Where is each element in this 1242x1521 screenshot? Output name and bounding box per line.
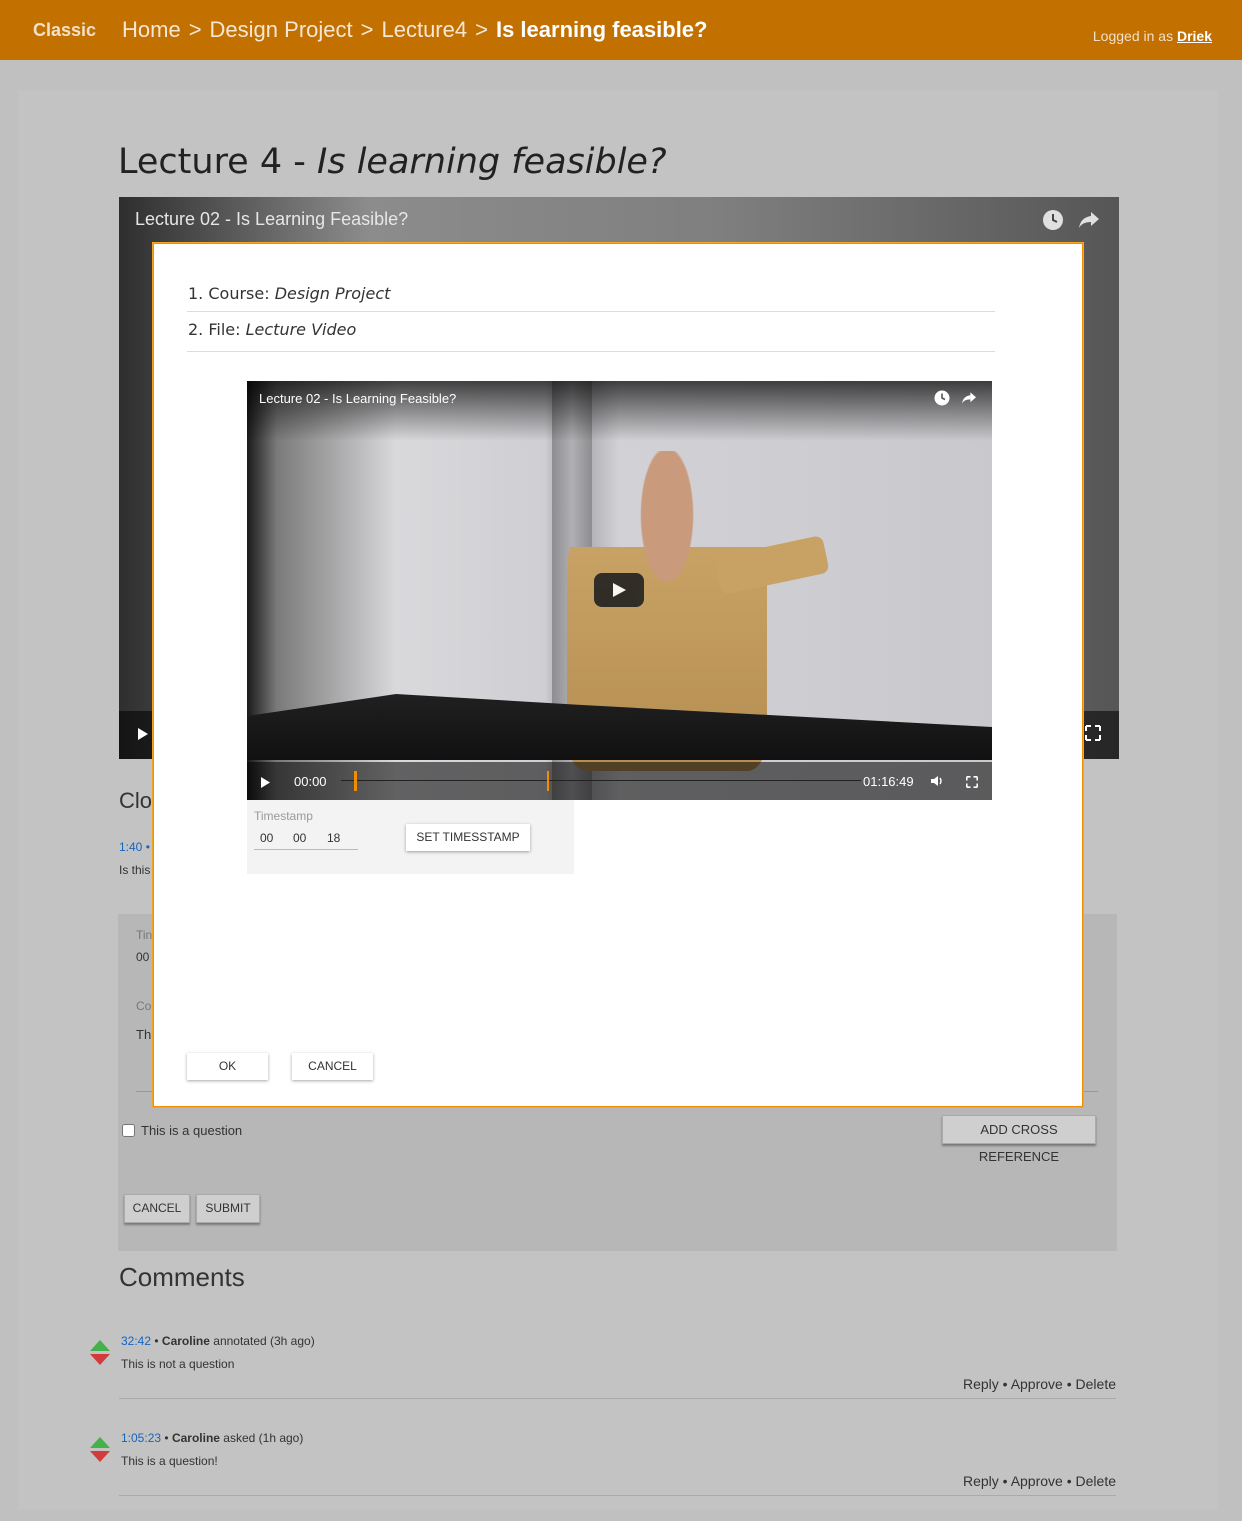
course-item: 1. Course: Design Project — [188, 284, 390, 303]
approve-link[interactable]: Approve — [1011, 1376, 1063, 1392]
downvote-icon[interactable] — [90, 1451, 110, 1462]
comments-heading: Comments — [119, 1262, 245, 1292]
modal-cancel-button[interactable]: CANCEL — [292, 1053, 373, 1080]
ok-button[interactable]: OK — [187, 1053, 268, 1080]
playhead-marker[interactable] — [354, 771, 357, 791]
add-cross-reference-button[interactable]: ADD CROSS REFERENCE — [942, 1115, 1096, 1164]
timestamp-label: Timestamp — [254, 809, 313, 823]
cancel-button[interactable]: CANCEL — [124, 1194, 190, 1223]
comment-actions: Reply • Approve • Delete — [962, 1473, 1116, 1489]
annotation-timestamp-partial[interactable]: 1:40 • — [119, 840, 150, 854]
breadcrumb-separator: > — [188, 17, 202, 42]
duration: 01:16:49 — [863, 774, 914, 789]
breadcrumb-separator: > — [360, 17, 374, 42]
page-title: Lecture 4 - Is learning feasible? — [118, 142, 667, 182]
brand-link[interactable]: Classic — [33, 20, 96, 41]
divider — [187, 351, 995, 352]
minutes-field[interactable]: 00 — [287, 831, 324, 850]
comment-author: Caroline — [171, 1431, 220, 1445]
comment-verb: asked (1h ago) — [223, 1431, 304, 1445]
downvote-icon[interactable] — [90, 1354, 110, 1365]
share-icon[interactable] — [961, 391, 977, 409]
share-icon[interactable] — [1078, 210, 1100, 235]
breadcrumb-separator: > — [475, 17, 488, 42]
comment-value-partial[interactable]: Th — [136, 1027, 151, 1042]
reply-link[interactable]: Reply — [963, 1473, 999, 1489]
background-video-title[interactable]: Lecture 02 - Is Learning Feasible? — [135, 209, 408, 230]
top-bar: Classic Home > Design Project > Lecture4 > Is … — [0, 0, 1242, 60]
cross-reference-dialog: 1. Course: Design Project 2. File: Lectu… — [153, 243, 1083, 1107]
video-player[interactable]: Lecture 02 - Is Learning Feasible? 00:00… — [247, 381, 992, 800]
comment-actions: Reply • Approve • Delete — [962, 1376, 1116, 1392]
course-label: 1. Course: — [188, 284, 270, 303]
login-prefix: Logged in as — [1092, 28, 1174, 44]
file-item: 2. File: Lecture Video — [188, 320, 356, 339]
breadcrumb: Home > Design Project > Lecture4 > Is learning… — [122, 17, 707, 43]
comment-divider — [119, 1495, 1116, 1496]
reply-link[interactable]: Reply — [963, 1376, 999, 1392]
video-controls: 00:00 01:16:49 — [247, 762, 992, 800]
divider — [187, 311, 995, 312]
user-link[interactable]: Driek — [1177, 28, 1212, 44]
comment-timestamp-link[interactable]: 1:05:23 — [121, 1431, 161, 1445]
upvote-icon[interactable] — [90, 1340, 110, 1351]
annotation-text-partial: Is this — [119, 863, 151, 877]
play-icon[interactable] — [261, 775, 270, 792]
progress-track[interactable] — [341, 780, 861, 781]
comment-timestamp-link[interactable]: 32:42 — [121, 1334, 151, 1348]
video-top-shade — [247, 381, 992, 441]
comment-divider — [119, 1398, 1116, 1399]
seconds-field[interactable]: 18 — [321, 831, 358, 850]
comment-text: This is a question! — [121, 1454, 218, 1468]
video-title[interactable]: Lecture 02 - Is Learning Feasible? — [259, 391, 456, 406]
bullet-separator: • — [145, 840, 150, 854]
comment-author: Caroline — [161, 1334, 210, 1348]
annotation-timestamp[interactable]: 1:40 — [119, 840, 142, 854]
vote-controls — [90, 1340, 112, 1365]
comment-meta: 32:42 • Caroline annotated (3h ago) — [121, 1334, 315, 1348]
timestamp-marker — [547, 771, 549, 791]
upvote-icon[interactable] — [90, 1437, 110, 1448]
fullscreen-icon[interactable] — [965, 775, 979, 792]
set-timestamp-button[interactable]: SET TIMESSTAMP — [406, 824, 530, 851]
login-status: Logged in as Driek — [1093, 28, 1212, 44]
big-play-button[interactable] — [594, 573, 644, 607]
comment-item: 32:42 • Caroline annotated (3h ago) This… — [90, 1334, 1116, 1424]
course-value[interactable]: Design Project — [275, 284, 391, 303]
timestamp-label-partial: Tin — [136, 928, 153, 942]
page-title-prefix: Lecture 4 - — [118, 142, 306, 182]
breadcrumb-lecture[interactable]: Lecture4 — [381, 17, 467, 42]
approve-link[interactable]: Approve — [1011, 1473, 1063, 1489]
comment-label-partial: Co — [136, 999, 152, 1013]
play-icon[interactable] — [137, 725, 149, 746]
bullet-separator: • — [164, 1431, 169, 1445]
comment-text: This is not a question — [121, 1357, 235, 1371]
page-title-italic: Is learning feasible? — [317, 142, 667, 182]
delete-link[interactable]: Delete — [1076, 1473, 1116, 1489]
volume-icon[interactable] — [930, 774, 944, 791]
hours-field[interactable]: 00 — [254, 831, 291, 850]
clock-icon[interactable] — [1042, 209, 1064, 236]
file-value[interactable]: Lecture Video — [246, 320, 357, 339]
breadcrumb-course[interactable]: Design Project — [210, 17, 353, 42]
breadcrumb-home[interactable]: Home — [122, 17, 181, 42]
question-checkbox-row[interactable]: This is a question — [122, 1123, 242, 1138]
comment-meta: 1:05:23 • Caroline asked (1h ago) — [121, 1431, 303, 1445]
breadcrumb-current: Is learning feasible? — [495, 17, 708, 42]
current-time: 00:00 — [294, 774, 327, 789]
timestamp-panel: Timestamp 00 00 18 SET TIMESSTAMP — [247, 800, 574, 874]
delete-link[interactable]: Delete — [1076, 1376, 1116, 1392]
submit-button[interactable]: SUBMIT — [196, 1194, 260, 1223]
comment-verb: annotated (3h ago) — [213, 1334, 315, 1348]
comment-item: 1:05:23 • Caroline asked (1h ago) This i… — [90, 1431, 1116, 1521]
timestamp-value-partial[interactable]: 00 — [136, 950, 149, 964]
question-checkbox[interactable] — [122, 1124, 135, 1137]
fullscreen-icon[interactable] — [1085, 725, 1101, 746]
clock-icon[interactable] — [934, 390, 950, 410]
file-label: 2. File: — [188, 320, 241, 339]
bullet-separator: • — [154, 1334, 159, 1348]
question-checkbox-label: This is a question — [141, 1123, 243, 1138]
vote-controls — [90, 1437, 112, 1462]
